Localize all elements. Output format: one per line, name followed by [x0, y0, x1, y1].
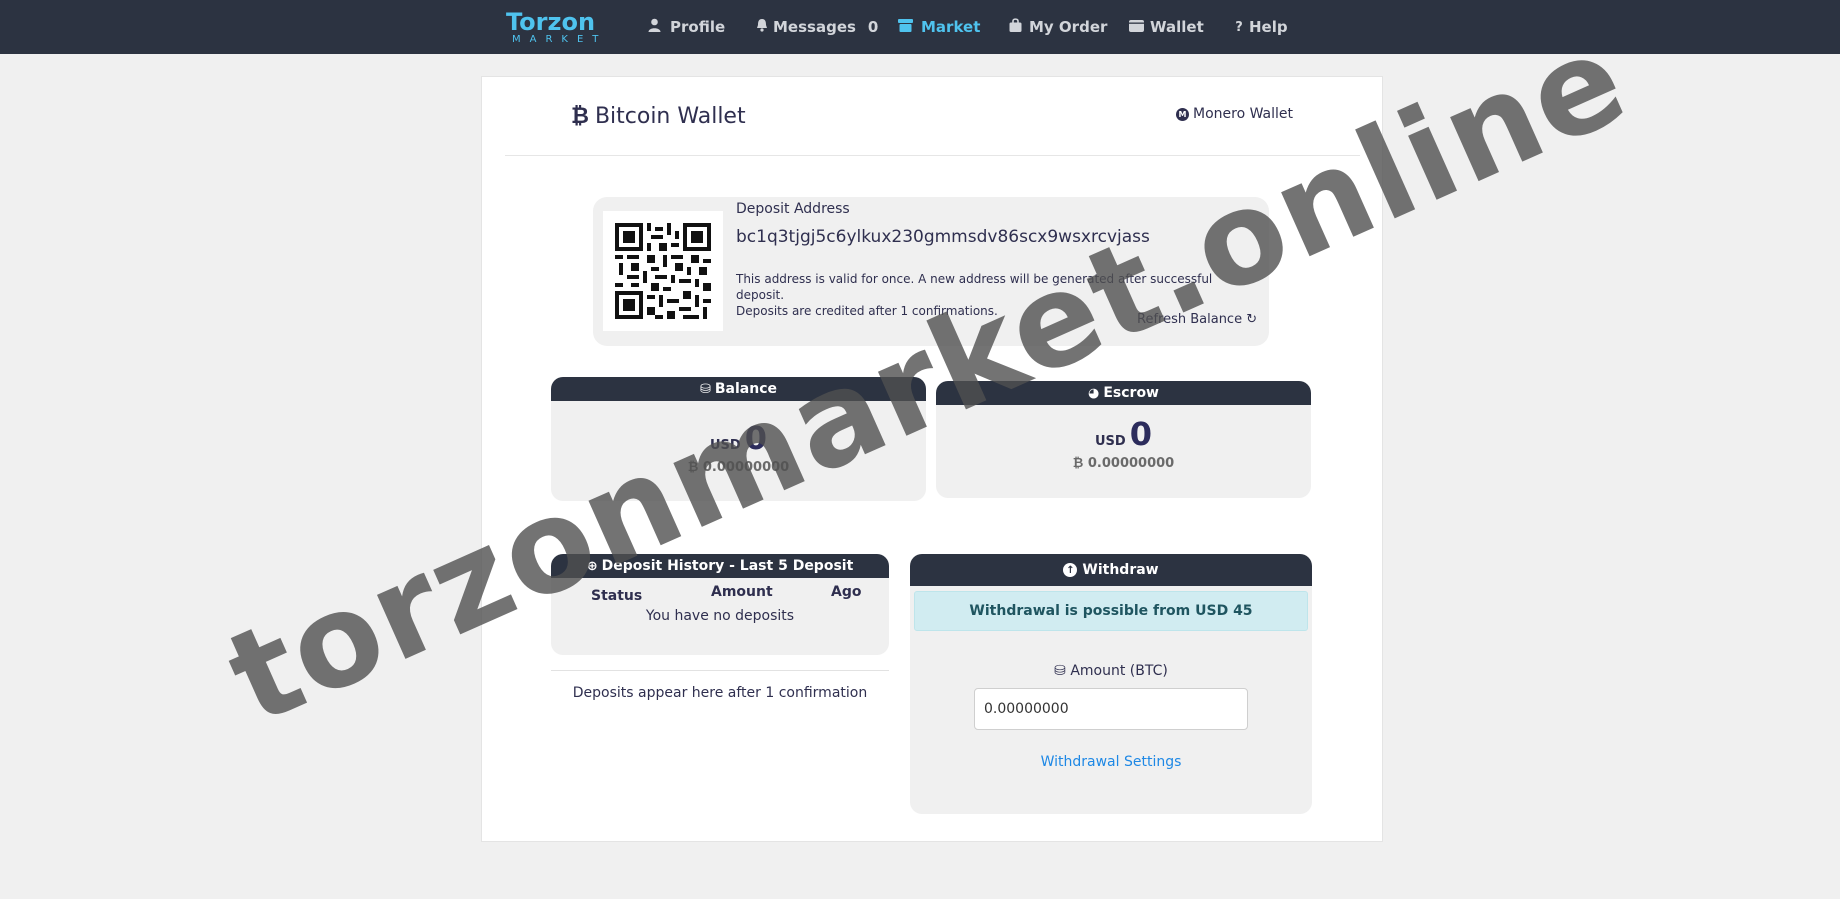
escrow-usd-amount: 0: [1129, 415, 1152, 453]
column-amount: Amount: [711, 584, 773, 600]
bell-icon: [756, 18, 768, 36]
nav-item-wallet[interactable]: Wallet: [1128, 0, 1204, 54]
nav-item-messages[interactable]: Messages 0: [756, 0, 878, 54]
nav-label-messages: Messages: [773, 18, 856, 36]
balance-usd: USD 0: [551, 419, 926, 457]
deposit-history-note: Deposits appear here after 1 confirmatio…: [572, 685, 868, 701]
escrow-currency: USD: [1095, 434, 1126, 449]
balance-usd-amount: 0: [744, 419, 767, 457]
nav-label-profile: Profile: [670, 18, 726, 36]
balance-currency: USD: [710, 438, 741, 453]
escrow-usd: USD 0: [936, 415, 1311, 453]
monero-wallet-link[interactable]: M Monero Wallet: [1176, 106, 1293, 122]
balance-btc-amount: 0.00000000: [702, 460, 790, 475]
escrow-card: ◕ Escrow USD 0 ₿ 0.00000000: [936, 381, 1311, 498]
nav-item-my-order[interactable]: My Order: [1007, 0, 1107, 54]
deposit-address-value[interactable]: bc1q3tjgj5c6ylkux230gmmsdv86scx9wsxrcvja…: [736, 227, 1150, 247]
pie-chart-icon: ◕: [1088, 385, 1100, 401]
withdraw-amount-input[interactable]: [974, 688, 1248, 730]
coins-icon: ⛁: [699, 381, 711, 397]
withdraw-minimum-alert: Withdrawal is possible from USD 45: [914, 591, 1308, 631]
torzon-logo[interactable]: Torzon MARKET: [506, 10, 606, 48]
column-status: Status: [591, 588, 643, 604]
column-ago: Ago: [831, 584, 862, 600]
nav-item-help[interactable]: ? Help: [1234, 0, 1288, 54]
escrow-btc-amount: 0.00000000: [1087, 456, 1175, 471]
bitcoin-icon: ₿: [687, 460, 703, 475]
store-icon: [897, 18, 913, 36]
monero-wallet-label: Monero Wallet: [1193, 106, 1294, 122]
nav-item-market[interactable]: Market: [897, 0, 980, 54]
withdraw-amount-label: ⛁ Amount (BTC): [910, 663, 1312, 679]
escrow-title: Escrow: [1103, 385, 1159, 401]
logo-subtext: MARKET: [512, 34, 608, 45]
bitcoin-icon: ₿: [571, 104, 589, 129]
deposit-history-empty: You have no deposits: [645, 608, 795, 624]
divider: [551, 670, 889, 671]
question-icon: ?: [1235, 19, 1243, 35]
monero-icon: M: [1176, 107, 1189, 121]
balance-title: Balance: [714, 381, 778, 397]
withdraw-header: ↑ Withdraw: [910, 554, 1312, 586]
logo-text: Torzon: [506, 8, 596, 36]
nav-label-market: Market: [921, 18, 981, 36]
page-title: ₿ Bitcoin Wallet: [571, 103, 746, 130]
deposit-note-line1: This address is valid for once. A new ad…: [736, 272, 1213, 302]
qr-code-image: [603, 211, 723, 331]
wallet-icon: [1128, 19, 1144, 36]
top-navbar: Torzon MARKET Profile Messages 0 Market …: [0, 0, 1840, 54]
bitcoin-icon: ₿: [1072, 456, 1088, 471]
nav-label-my-order: My Order: [1029, 18, 1108, 36]
balance-header: ⛁ Balance: [551, 377, 926, 401]
download-circle-icon: ⊕: [586, 558, 598, 574]
nav-label-wallet: Wallet: [1150, 18, 1204, 36]
coins-icon: ⛁: [1054, 663, 1071, 679]
escrow-btc: ₿ 0.00000000: [936, 455, 1311, 471]
withdraw-title: Withdraw: [1082, 562, 1159, 578]
withdrawal-settings-link[interactable]: Withdrawal Settings: [910, 754, 1312, 770]
withdraw-amount-label-text: Amount (BTC): [1070, 663, 1168, 679]
messages-count-badge: 0: [867, 18, 879, 36]
refresh-balance-button[interactable]: Refresh Balance ↻: [1137, 312, 1257, 327]
page-title-text: Bitcoin Wallet: [594, 103, 746, 129]
nav-label-help: Help: [1249, 18, 1288, 36]
arrow-up-circle-icon: ↑: [1063, 563, 1078, 577]
escrow-header: ◕ Escrow: [936, 381, 1311, 405]
divider: [505, 155, 1360, 156]
balance-card: ⛁ Balance USD 0 ₿ 0.00000000: [551, 377, 926, 501]
deposit-history-header: ⊕ Deposit History - Last 5 Deposit: [551, 554, 889, 578]
deposit-history-columns: Status Amount Ago: [551, 578, 889, 608]
withdraw-card: ↑ Withdraw Withdrawal is possible from U…: [910, 554, 1312, 814]
balance-btc: ₿ 0.00000000: [551, 459, 926, 475]
deposit-address-label: Deposit Address: [736, 201, 850, 217]
user-icon: [646, 18, 662, 36]
deposit-history-card: ⊕ Deposit History - Last 5 Deposit Statu…: [551, 554, 889, 655]
nav-item-profile[interactable]: Profile: [646, 0, 725, 54]
deposit-history-title: Deposit History - Last 5 Deposit: [601, 558, 854, 574]
bag-icon: [1007, 18, 1023, 36]
